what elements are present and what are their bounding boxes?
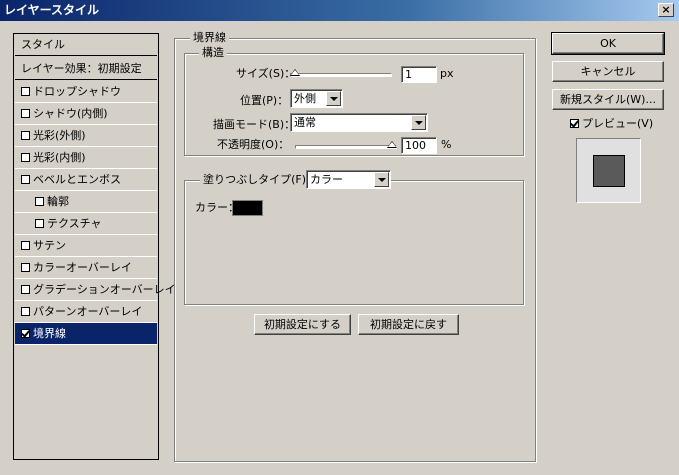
style-item-label: パターンオーバーレイ [33, 305, 143, 318]
style-list-header-label: スタイル [21, 38, 65, 51]
ok-label: OK [600, 37, 616, 50]
cancel-button[interactable]: キャンセル [552, 61, 664, 82]
opacity-slider[interactable] [295, 145, 397, 149]
size-input[interactable]: 1 [401, 66, 437, 83]
style-item-texture[interactable]: テクスチャ [15, 213, 157, 235]
inner-glow-checkbox[interactable] [21, 153, 30, 162]
drop-shadow-checkbox[interactable] [21, 87, 30, 96]
style-item-pattern-overlay[interactable]: パターンオーバーレイ [15, 301, 157, 323]
style-item-label: ドロップシャドウ [33, 85, 121, 98]
style-list: スタイル レイヤー効果：初期設定 ドロップシャドウ シャドウ(内側) 光彩(外側… [13, 33, 176, 460]
fill-type-label: 塗りつぶしタイプ(F)： [200, 173, 321, 187]
style-item-label: 光彩(内側) [33, 151, 86, 164]
size-slider[interactable] [290, 73, 392, 77]
size-slider-thumb[interactable] [290, 69, 300, 76]
preview-swatch [593, 155, 625, 187]
preview-box [576, 138, 641, 203]
position-value: 外側 [294, 92, 316, 105]
contour-checkbox[interactable] [35, 197, 44, 206]
style-item-contour[interactable]: 輪郭 [15, 191, 157, 213]
make-default-button[interactable]: 初期設定にする [254, 314, 351, 335]
style-list-blending-options[interactable]: レイヤー効果：初期設定 [15, 58, 157, 80]
close-icon: × [661, 3, 671, 16]
preview-label: プレビュー(V) [582, 117, 654, 130]
fill-type-select[interactable]: カラー [306, 170, 391, 189]
style-item-color-overlay[interactable]: カラーオーバーレイ [15, 257, 157, 279]
color-overlay-checkbox[interactable] [21, 263, 30, 272]
style-item-label: 境界線 [33, 327, 66, 340]
style-item-drop-shadow[interactable]: ドロップシャドウ [15, 81, 157, 103]
cancel-label: キャンセル [580, 65, 636, 78]
blending-options-label: レイヤー効果：初期設定 [21, 62, 142, 75]
style-item-bevel-emboss[interactable]: ベベルとエンボス [15, 169, 157, 191]
inner-shadow-checkbox[interactable] [21, 109, 30, 118]
fill-type-value: カラー [310, 173, 343, 186]
style-item-stroke[interactable]: 境界線 [15, 323, 157, 345]
structure-title: 構造 [199, 46, 227, 59]
reset-default-label: 初期設定に戻す [370, 318, 447, 331]
style-item-label: テクスチャ [47, 217, 102, 230]
chevron-down-icon [374, 172, 389, 187]
style-item-label: サテン [33, 239, 66, 252]
reset-default-button[interactable]: 初期設定に戻す [358, 314, 459, 335]
close-button[interactable]: × [658, 3, 674, 17]
opacity-unit: % [441, 138, 452, 151]
opacity-input[interactable]: 100 [401, 137, 437, 154]
style-item-outer-glow[interactable]: 光彩(外側) [15, 125, 157, 147]
blend-mode-select[interactable]: 通常 [290, 113, 428, 132]
style-item-label: 光彩(外側) [33, 129, 86, 142]
position-label: 位置(P)： [240, 94, 289, 107]
size-unit: px [440, 67, 454, 80]
title-bar: レイヤースタイル × [0, 0, 679, 21]
new-style-button[interactable]: 新規スタイル(W)... [552, 89, 664, 110]
style-list-header[interactable]: スタイル [15, 34, 157, 56]
fill-type-group [184, 180, 524, 305]
preview-checkbox[interactable] [570, 119, 579, 128]
style-item-label: 輪郭 [47, 195, 69, 208]
position-select[interactable]: 外側 [290, 89, 343, 108]
style-item-inner-glow[interactable]: 光彩(内側) [15, 147, 157, 169]
outer-glow-checkbox[interactable] [21, 131, 30, 140]
style-item-satin[interactable]: サテン [15, 235, 157, 257]
opacity-slider-thumb[interactable] [387, 141, 397, 148]
ok-button[interactable]: OK [551, 32, 665, 55]
style-item-inner-shadow[interactable]: シャドウ(内側) [15, 103, 157, 125]
make-default-label: 初期設定にする [263, 318, 342, 331]
chevron-down-icon [326, 91, 341, 106]
pattern-overlay-checkbox[interactable] [21, 307, 30, 316]
color-swatch[interactable] [232, 200, 263, 216]
bevel-emboss-checkbox[interactable] [21, 175, 30, 184]
style-item-label: カラーオーバーレイ [33, 261, 132, 274]
texture-checkbox[interactable] [35, 219, 44, 228]
stroke-checkbox[interactable] [21, 329, 30, 338]
chevron-down-icon [411, 115, 426, 130]
style-item-label: ベベルとエンボス [33, 173, 121, 186]
stroke-section-title: 境界線 [190, 31, 229, 44]
gradient-overlay-checkbox[interactable] [21, 285, 30, 294]
preview-toggle[interactable]: プレビュー(V) [570, 117, 653, 130]
window-title: レイヤースタイル [4, 3, 100, 17]
style-item-gradient-overlay[interactable]: グラデーションオーバーレイ [15, 279, 176, 301]
new-style-label: 新規スタイル(W)... [560, 93, 656, 106]
blend-mode-label: 描画モード(B)： [213, 118, 296, 131]
style-item-label: シャドウ(内側) [33, 107, 108, 120]
blend-mode-value: 通常 [294, 116, 316, 129]
satin-checkbox[interactable] [21, 241, 30, 250]
style-item-label: グラデーションオーバーレイ [33, 283, 176, 296]
size-label: サイズ(S)： [236, 67, 296, 80]
opacity-label: 不透明度(O)： [217, 138, 290, 151]
